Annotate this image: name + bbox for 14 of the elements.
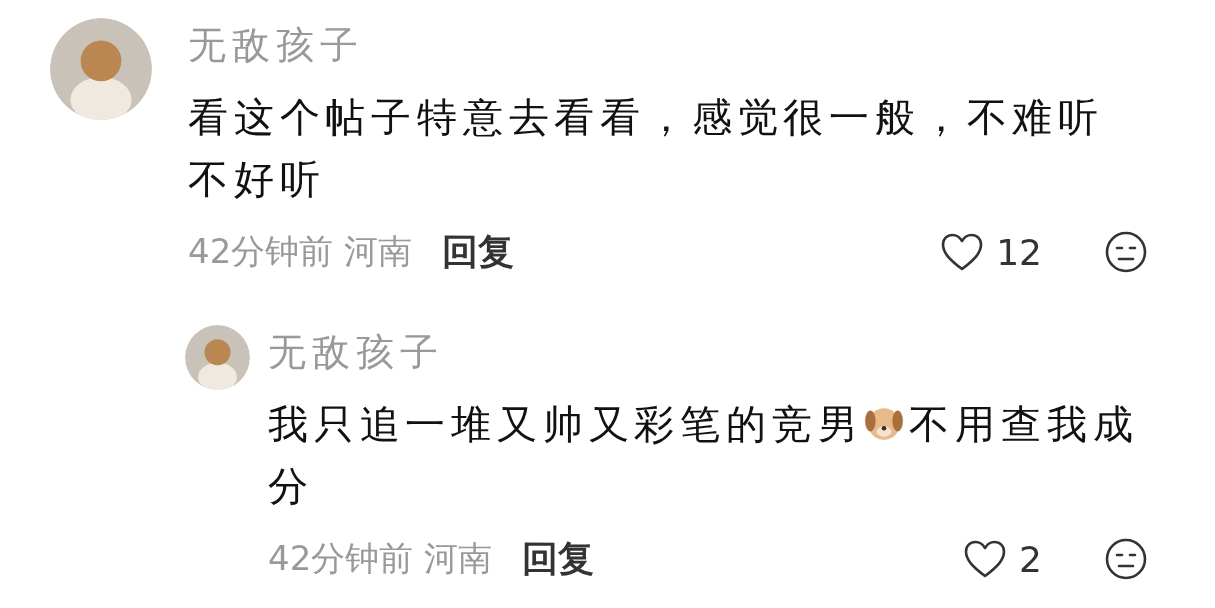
face-icon[interactable] <box>1104 230 1148 274</box>
heart-icon[interactable] <box>940 232 985 272</box>
comment-meta: 42分钟前 河南 <box>188 230 413 273</box>
comment-text: 看这个帖子特意去看看，感觉很一般，不难听不好听 <box>188 93 1105 204</box>
comment-meta: 42分钟前 河南 <box>268 537 493 580</box>
avatar[interactable] <box>50 18 152 120</box>
avatar[interactable] <box>185 325 250 390</box>
face-icon[interactable] <box>1104 537 1148 581</box>
like-count: 12 <box>996 231 1042 273</box>
reply-button[interactable]: 回复 <box>442 227 515 277</box>
heart-icon[interactable] <box>963 539 1008 579</box>
comment-text: 我只追一堆又帅又彩笔的竞男 不用查我成分 <box>268 400 1140 511</box>
reply-button[interactable]: 回复 <box>522 534 595 584</box>
like-count: 2 <box>1019 538 1042 580</box>
